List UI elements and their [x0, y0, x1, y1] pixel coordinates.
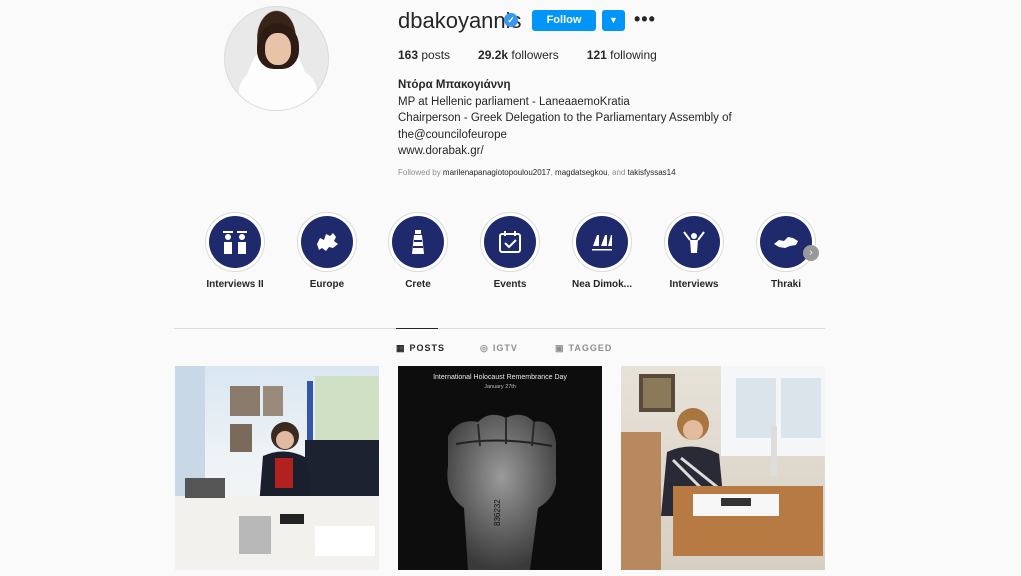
podium-icon	[223, 231, 247, 254]
tabs-divider	[174, 328, 825, 329]
post-thumbnail[interactable]	[175, 366, 379, 570]
highlight-nea-dimokratia[interactable]: Nea Dimok...	[562, 212, 642, 290]
post-caption: International Holocaust Remembrance Day	[433, 374, 567, 381]
post-image-desk	[621, 366, 825, 570]
highlight-label: Interviews	[669, 279, 719, 290]
profile-stats: 163 posts 29.2k followers 121 following	[398, 48, 657, 62]
grid-icon: ▦	[396, 343, 406, 353]
active-tab-indicator	[396, 328, 438, 329]
bio-line: the@councilofeurope	[398, 128, 507, 141]
map-region-icon	[774, 237, 798, 248]
tab-posts[interactable]: ▦ POSTS	[396, 343, 445, 354]
igtv-icon: ◎	[480, 343, 489, 353]
highlight-interviews[interactable]: Interviews	[654, 212, 734, 290]
person-mics-icon	[683, 231, 705, 253]
follow-button[interactable]: Follow	[532, 10, 596, 31]
profile-bio: Ντόρα Μπακογιάννη MP at Hellenic parliam…	[398, 77, 732, 160]
tagged-icon: ▣	[555, 343, 565, 353]
post-thumbnail[interactable]: International Holocaust Remembrance Day …	[398, 366, 602, 570]
lighthouse-icon	[412, 230, 424, 254]
story-highlights: Interviews II Europe Crete Events Nea Di…	[0, 212, 1021, 302]
post-thumbnail[interactable]	[621, 366, 825, 570]
calendar-check-icon	[499, 231, 521, 253]
highlights-next-button[interactable]: ›	[803, 245, 819, 261]
post-subcaption: January 27th	[484, 384, 516, 390]
followed-by-user[interactable]: magdatsegkou	[555, 168, 607, 177]
followed-by-user[interactable]: takisfyssas14	[628, 168, 676, 177]
profile-username: dbakoyannis	[398, 8, 522, 33]
followed-by-user[interactable]: marilenapanagiotopoulou2017	[443, 168, 551, 177]
avatar-shirt	[239, 67, 317, 110]
bio-line: MP at Hellenic parliament - LaneaaemoKra…	[398, 95, 630, 108]
post-image-office	[175, 366, 379, 570]
verified-badge-icon: ✓	[504, 13, 518, 27]
post-image-fist	[447, 414, 557, 570]
highlight-europe[interactable]: Europe	[287, 212, 367, 290]
bio-line: Chairperson - Greek Delegation to the Pa…	[398, 112, 732, 124]
posts-count: 163 posts	[398, 48, 451, 62]
nd-logo-icon	[592, 235, 612, 251]
following-link[interactable]: 121 following	[587, 48, 657, 62]
highlight-label: Thraki	[770, 279, 801, 290]
wrist-number: 836232	[493, 499, 502, 526]
tab-igtv[interactable]: ◎ IGTV	[480, 343, 518, 354]
highlight-label: Interviews II	[206, 279, 264, 290]
avatar-face	[265, 33, 291, 65]
highlight-interviews-ii[interactable]: Interviews II	[195, 212, 275, 290]
highlight-label: Nea Dimok...	[571, 279, 633, 290]
highlight-events[interactable]: Events	[470, 212, 550, 290]
highlight-label: Europe	[309, 279, 345, 290]
highlight-crete[interactable]: Crete	[378, 212, 458, 290]
suggested-dropdown-button[interactable]: ▼	[602, 10, 625, 31]
more-options-icon[interactable]: •••	[634, 9, 656, 29]
europe-map-icon	[317, 233, 338, 251]
tab-tagged[interactable]: ▣ TAGGED	[555, 343, 612, 354]
profile-website-link[interactable]: www.dorabak.gr/	[398, 143, 732, 160]
highlight-label: Events	[493, 279, 527, 290]
followed-by-text: Followed by marilenapanagiotopoulou2017,…	[398, 168, 676, 177]
profile-full-name: Ντόρα Μπακογιάννη	[398, 79, 511, 91]
followers-link[interactable]: 29.2k followers	[478, 48, 559, 62]
highlight-label: Crete	[405, 279, 431, 290]
profile-avatar[interactable]	[224, 6, 329, 111]
